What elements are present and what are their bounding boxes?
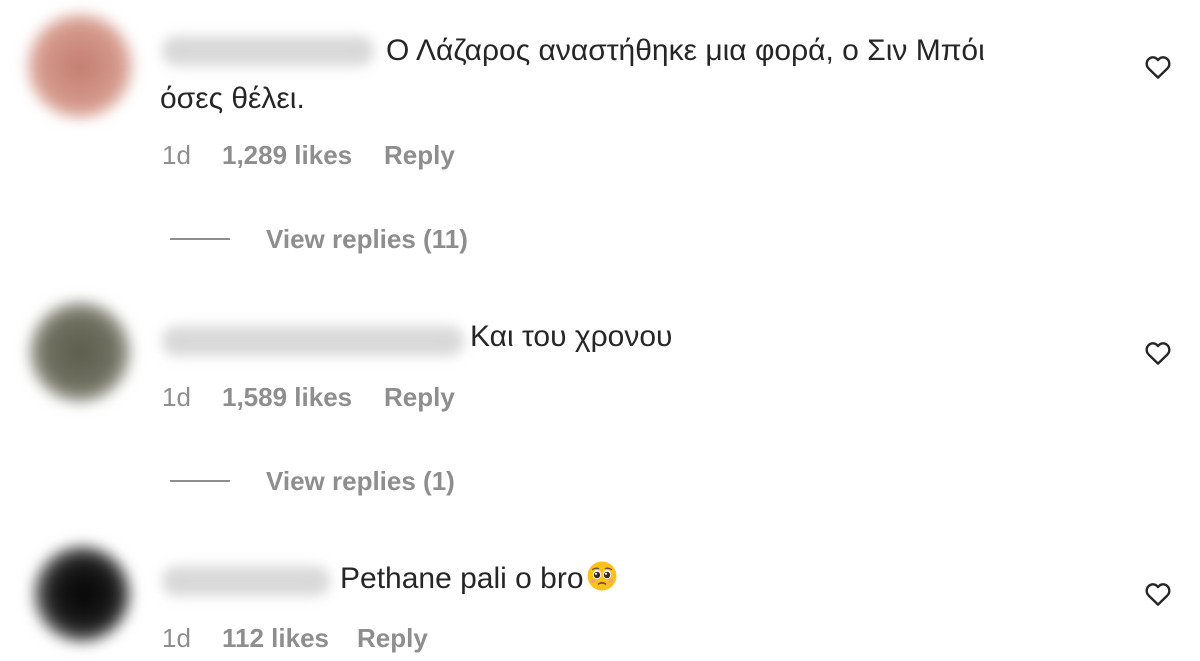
divider-line	[170, 238, 230, 240]
avatar[interactable]	[28, 14, 132, 118]
username-redacted[interactable]	[162, 36, 374, 66]
comment-text: Και του χρονου	[470, 320, 673, 353]
heart-icon[interactable]	[1143, 579, 1173, 609]
comment-time: 1d	[162, 623, 191, 653]
comment-time: 1d	[162, 382, 191, 412]
likes-count[interactable]: 1,589 likes	[222, 382, 352, 413]
likes-count[interactable]: 1,289 likes	[222, 140, 352, 171]
avatar[interactable]	[34, 546, 130, 642]
heart-icon[interactable]	[1143, 338, 1173, 368]
comment-text: Ο Λάζαρος αναστήθηκε μια φορά, ο Σιν Μπό…	[386, 34, 985, 67]
reply-button[interactable]: Reply	[357, 623, 428, 654]
avatar[interactable]	[30, 302, 130, 402]
comment-text-content: Pethane pali o bro	[340, 562, 584, 595]
view-replies-button[interactable]: View replies (1)	[170, 466, 490, 496]
username-redacted[interactable]	[162, 326, 464, 356]
comment-time: 1d	[162, 140, 191, 170]
divider-line	[170, 480, 230, 482]
reply-button[interactable]: Reply	[384, 140, 455, 171]
reply-button[interactable]: Reply	[384, 382, 455, 413]
view-replies-button[interactable]: View replies (11)	[170, 224, 490, 254]
comment-meta: 1d 1,589 likes Reply	[162, 382, 562, 412]
username-redacted[interactable]	[162, 566, 330, 596]
comment-text: Pethane pali o bro	[340, 556, 618, 602]
comment-text-continued: όσες θέλει.	[160, 82, 305, 115]
comments-list: Ο Λάζαρος αναστήθηκε μια φορά, ο Σιν Μπό…	[0, 0, 1200, 661]
view-replies-label: View replies (1)	[266, 466, 455, 496]
likes-count[interactable]: 112 likes	[222, 623, 329, 654]
pleading-face-icon	[587, 561, 617, 591]
view-replies-label: View replies (11)	[266, 224, 468, 254]
comment-meta: 1d 1,289 likes Reply	[162, 140, 562, 170]
heart-icon[interactable]	[1143, 52, 1173, 82]
comment-meta: 1d 112 likes Reply	[162, 623, 562, 653]
